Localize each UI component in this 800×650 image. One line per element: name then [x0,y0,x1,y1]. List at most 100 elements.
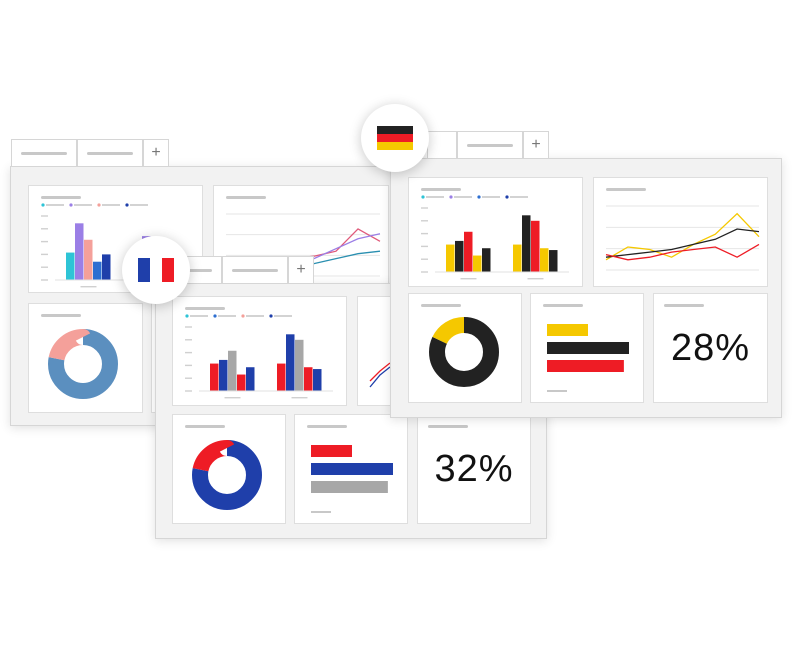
bar [295,339,304,391]
legend-label-placeholder [426,196,444,198]
y-tick-label [185,390,192,392]
add-tab-button[interactable]: + [523,131,549,158]
y-tick-label [185,377,192,379]
tab-2[interactable] [222,256,288,283]
series-line [605,228,760,258]
y-tick-label [421,232,428,235]
bar [102,254,111,280]
tab-label-placeholder [87,151,133,155]
bar [513,244,522,272]
legend-swatch [505,195,509,199]
line-chart-panel [593,177,768,287]
bar [473,255,482,272]
tab-2[interactable] [77,139,143,166]
bar [464,231,473,272]
bar [210,363,219,391]
bar [522,215,531,272]
add-tab-button[interactable]: + [288,256,314,283]
tab-label-placeholder [467,143,513,147]
bar [531,220,540,272]
y-tick-label [41,240,48,243]
legend-label-placeholder [74,204,92,206]
dashboard-window-germany: + 28% [390,131,782,418]
france-flag-icon [138,258,174,282]
bar [246,367,255,391]
bar [84,239,93,280]
horizontal-bar-chart [547,324,629,392]
germany-flag-badge[interactable] [361,104,429,172]
legend-label-placeholder [102,204,120,206]
tab-2[interactable] [457,131,523,158]
donut-chart [192,440,262,510]
flag-stripe [377,126,413,134]
hbar [311,481,388,493]
x-tick-label [80,286,97,288]
flag-stripe [150,258,162,282]
legend-label-placeholder [190,315,208,317]
donut-chart [429,317,499,387]
bar [219,359,228,391]
line-chart [605,205,760,271]
tab-label-placeholder [232,268,278,272]
hbar [547,360,624,372]
legend-swatch [213,314,217,318]
hbar [311,463,393,475]
bar [93,261,102,280]
legend-swatch [477,195,481,199]
x-tick-label [224,397,241,399]
legend-label-placeholder [218,315,236,317]
tab-1[interactable] [11,139,77,166]
legend-label-placeholder [246,315,264,317]
hbar [547,342,629,354]
bar [286,334,295,391]
bar [66,252,75,280]
y-tick-label [41,215,48,217]
flag-stripe [377,134,413,142]
kpi-panel: 28% [653,293,768,403]
x-tick-label [291,397,308,399]
add-tab-button[interactable]: + [143,139,169,166]
y-tick-label [185,351,192,354]
kpi-value: 32% [434,447,514,490]
legend-swatch [241,314,245,318]
series-line [369,362,391,382]
y-tick-label [421,271,428,273]
donut-chart-panel [172,414,286,524]
hbar-chart-panel [530,293,644,403]
legend-swatch [41,203,45,207]
bar [540,248,549,272]
tab-1[interactable] [427,131,457,158]
y-tick-label [185,326,192,328]
bar [482,248,491,272]
hbar-chart-panel [294,414,408,524]
y-tick-label [421,258,428,260]
legend-label-placeholder [510,196,528,198]
kpi-panel: 32% [417,414,531,524]
bar [228,350,237,391]
bar [549,250,558,272]
axis-label-placeholder [547,390,567,392]
legend-label-placeholder [482,196,500,198]
legend-swatch [69,203,73,207]
france-flag-badge[interactable] [122,236,190,304]
bar [237,374,246,391]
bar-chart [421,195,569,280]
y-tick-label [185,364,192,367]
bar [277,363,286,391]
y-tick-label [41,279,48,281]
axis-label-placeholder [311,511,331,513]
series-line [605,212,760,261]
donut-chart-panel [408,293,522,403]
tab-label-placeholder [21,151,67,155]
bar [446,244,455,272]
legend-label-placeholder [130,204,148,206]
donut-chart-panel [28,303,143,413]
y-tick-label [41,228,48,230]
hbar [311,445,352,457]
y-tick-label [185,339,192,341]
legend-swatch [97,203,101,207]
legend-swatch [449,195,453,199]
horizontal-bar-chart [311,445,393,513]
tab-bar: + [427,131,549,159]
y-tick-label [421,207,428,209]
